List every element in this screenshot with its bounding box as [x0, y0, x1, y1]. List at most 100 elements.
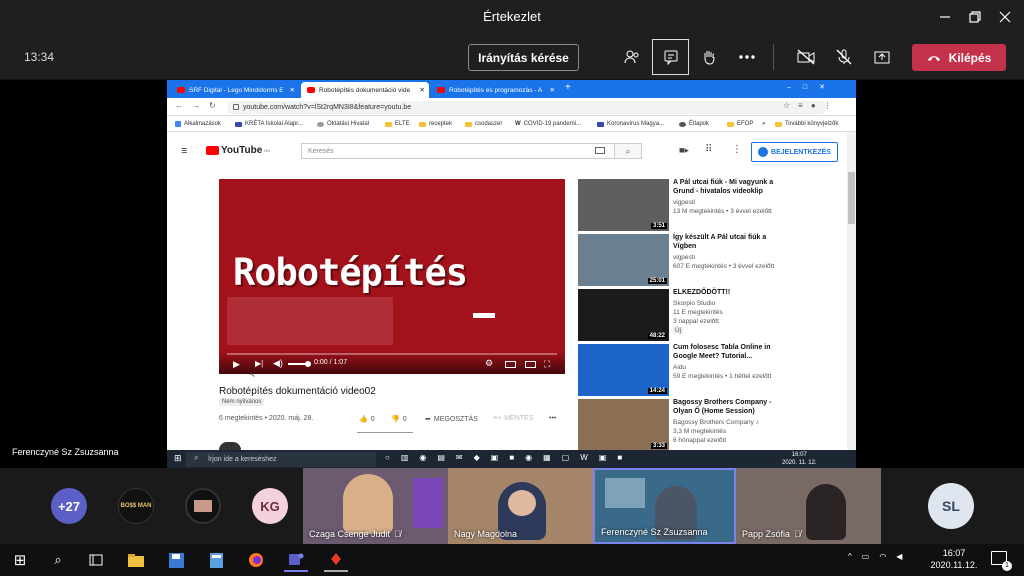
recommendation-channel[interactable]: vigpesti — [673, 199, 695, 206]
minimize-icon[interactable] — [928, 0, 962, 34]
video-player[interactable]: Robotépítés ▶ ▶| ◀) 0:00 / 1:07 ⚙ ⛶ — [219, 179, 565, 374]
video-thumbnail[interactable]: 48:22 — [578, 289, 669, 341]
recommendation-title[interactable]: Így készült A Pál utcai fiúk a Vígben — [673, 234, 783, 251]
new-tab-icon[interactable]: + — [565, 82, 571, 93]
bookmark-item[interactable]: EFOP — [727, 116, 753, 132]
avatar[interactable]: KG — [252, 488, 288, 524]
bookmark-item[interactable]: Étlapok — [679, 116, 709, 132]
next-icon[interactable]: ▶| — [255, 359, 263, 368]
volume-knob[interactable] — [305, 361, 311, 367]
bookmark-item[interactable]: ELTE — [385, 116, 410, 132]
video-thumbnail[interactable]: 3:33 — [578, 399, 669, 451]
recommendation-title[interactable]: ELKEZDŐDÖTT!! — [673, 289, 783, 298]
raise-hand-icon[interactable] — [693, 42, 725, 72]
bookmark-item[interactable]: W COVID-19 pandemi... — [515, 116, 581, 132]
recommendation-channel[interactable]: Bagossy Brothers Company ♪ — [673, 419, 759, 426]
volume-icon[interactable]: ◀) — [273, 358, 283, 369]
recommendation-title[interactable]: Cum folosesc Tabla Online in Google Meet… — [673, 344, 783, 361]
progress-bar[interactable] — [227, 353, 557, 355]
scrollbar-thumb[interactable] — [848, 172, 855, 224]
share-screen-icon[interactable] — [866, 42, 898, 72]
firefox-icon[interactable] — [244, 548, 268, 572]
bookmark-item[interactable]: receptek — [419, 116, 452, 132]
share-button[interactable]: ➦ MEGOSZTÁS — [425, 415, 478, 424]
recommendation-channel[interactable]: Skorpio Studio — [673, 300, 715, 307]
nav-arrows-icon[interactable]: ←→↻ — [175, 101, 225, 110]
youtube-logo[interactable]: YouTube HU — [206, 145, 270, 156]
bookmark-item[interactable]: Alkalmazások — [175, 116, 221, 132]
create-video-icon[interactable]: ■▸ — [679, 145, 689, 156]
youtube-search-input[interactable]: Keresés — [301, 143, 642, 159]
avatar[interactable] — [185, 488, 221, 524]
participant-video-active[interactable]: Ferenczyné Sz Zsuzsanna — [593, 468, 736, 544]
recommendation-item[interactable]: 3:33 Bagossy Brothers Company - Olyan Ő … — [578, 399, 848, 451]
recommendation-item[interactable]: 14:24 Cum folosesc Tabla Online in Googl… — [578, 344, 848, 396]
video-thumbnail[interactable]: 25:01 — [578, 234, 669, 286]
video-thumbnail[interactable]: 14:24 — [578, 344, 669, 396]
mic-off-icon[interactable] — [828, 42, 860, 72]
overflow-participants[interactable]: +27 — [51, 488, 87, 524]
shared-app-icon[interactable] — [324, 548, 348, 572]
browser-tab-active[interactable]: Robotépítés dokumentáció vide ✕ — [301, 82, 429, 98]
browser-tab[interactable]: SRF Digital - Lego Mindstorms E ✕ — [171, 82, 299, 98]
system-clock[interactable]: 16:07 2020.11.12. — [922, 547, 986, 571]
windows-start-icon[interactable]: ⊞ — [8, 548, 32, 572]
menu-icon[interactable]: ≡ — [181, 145, 187, 157]
bookmark-item[interactable]: Oktatási Hivatal — [317, 116, 369, 132]
end-screen-card[interactable] — [227, 297, 393, 345]
miniplayer-icon[interactable] — [505, 361, 516, 368]
save-button[interactable]: ≡+ MENTÉS — [493, 415, 533, 422]
tab-close-icon[interactable]: ✕ — [550, 86, 559, 94]
save-disk-icon[interactable] — [164, 548, 188, 572]
search-icon[interactable]: ⌕ — [46, 548, 70, 572]
participants-icon[interactable] — [616, 42, 648, 72]
calculator-icon[interactable] — [204, 548, 228, 572]
windows-start-icon[interactable]: ⊞ — [174, 453, 182, 464]
tab-close-icon[interactable]: ✕ — [290, 86, 299, 94]
recommendation-title[interactable]: Bagossy Brothers Company - Olyan Ő (Home… — [673, 399, 783, 416]
video-thumbnail[interactable]: 3:51 — [578, 179, 669, 231]
like-button[interactable]: 👍 0 — [359, 415, 375, 424]
keyboard-icon[interactable] — [595, 147, 605, 154]
avatar[interactable]: BO$$ MAN — [118, 488, 154, 524]
teams-icon[interactable] — [284, 548, 308, 572]
theater-mode-icon[interactable] — [525, 361, 536, 368]
recommendation-item[interactable]: 48:22 ELKEZDŐDÖTT!! Skorpio Studio 11 E … — [578, 289, 848, 341]
task-view-icon[interactable] — [84, 548, 108, 572]
browser-window-controls-icon[interactable]: –□✕ — [787, 83, 837, 91]
file-explorer-icon[interactable] — [124, 548, 148, 572]
channel-avatar[interactable] — [219, 442, 241, 450]
participant-video[interactable]: Papp Zsófia 🎙̸ — [736, 468, 881, 544]
sign-in-button[interactable]: BEJELENTKEZÉS — [751, 142, 838, 162]
shared-taskbar-search[interactable]: Írjon ide a kereséshez — [186, 452, 376, 467]
settings-dots-icon[interactable]: ⋮ — [732, 144, 742, 155]
participant-video[interactable]: Nagy Magdolna — [448, 468, 593, 544]
url-field[interactable]: youtube.com/watch?v=lSt2rqMN3I8&feature=… — [227, 101, 827, 114]
participant-video[interactable]: Czaga Csenge Judit 🎙̸ — [303, 468, 448, 544]
settings-gear-icon[interactable]: ⚙ — [485, 358, 493, 369]
restore-icon[interactable] — [958, 0, 992, 34]
more-actions-icon[interactable]: ••• — [549, 415, 556, 422]
shared-taskbar-apps-icon[interactable]: ○▥◉▤✉◆▣■◉▦▢W▣■ — [385, 453, 633, 462]
more-options-icon[interactable] — [731, 42, 763, 72]
bookmark-item[interactable]: További könyvjelzők — [775, 116, 838, 132]
recommendation-title[interactable]: A Pál utcai fiúk - Mi vagyunk a Grund - … — [673, 179, 783, 196]
search-button[interactable]: ⌕ — [614, 143, 642, 159]
bookmark-item[interactable]: KRÉTA Iskolai Alapr... — [235, 116, 303, 132]
chat-icon[interactable] — [652, 39, 689, 75]
browser-tab[interactable]: Robotépítés és programozás - A ✕ — [431, 82, 559, 98]
recommendation-channel[interactable]: vigpesti — [673, 254, 695, 261]
request-control-button[interactable]: Irányítás kérése — [468, 44, 579, 71]
camera-off-icon[interactable] — [790, 42, 822, 72]
recommendation-channel[interactable]: Aidu — [673, 364, 686, 371]
system-tray-icon[interactable]: ^▭◠◀ — [848, 552, 912, 561]
bookmarks-overflow[interactable]: » — [762, 116, 765, 132]
dislike-button[interactable]: 👎 0 — [391, 415, 407, 424]
play-icon[interactable]: ▶ — [233, 359, 240, 370]
close-icon[interactable] — [988, 0, 1022, 34]
avatar[interactable]: SL — [928, 483, 974, 529]
leave-button[interactable]: Kilépés — [912, 44, 1006, 71]
recommendation-item[interactable]: 25:01 Így készült A Pál utcai fiúk a Víg… — [578, 234, 848, 286]
apps-grid-icon[interactable]: ⠿ — [705, 144, 712, 155]
bookmark-item[interactable]: Koronavírus Magya... — [597, 116, 664, 132]
